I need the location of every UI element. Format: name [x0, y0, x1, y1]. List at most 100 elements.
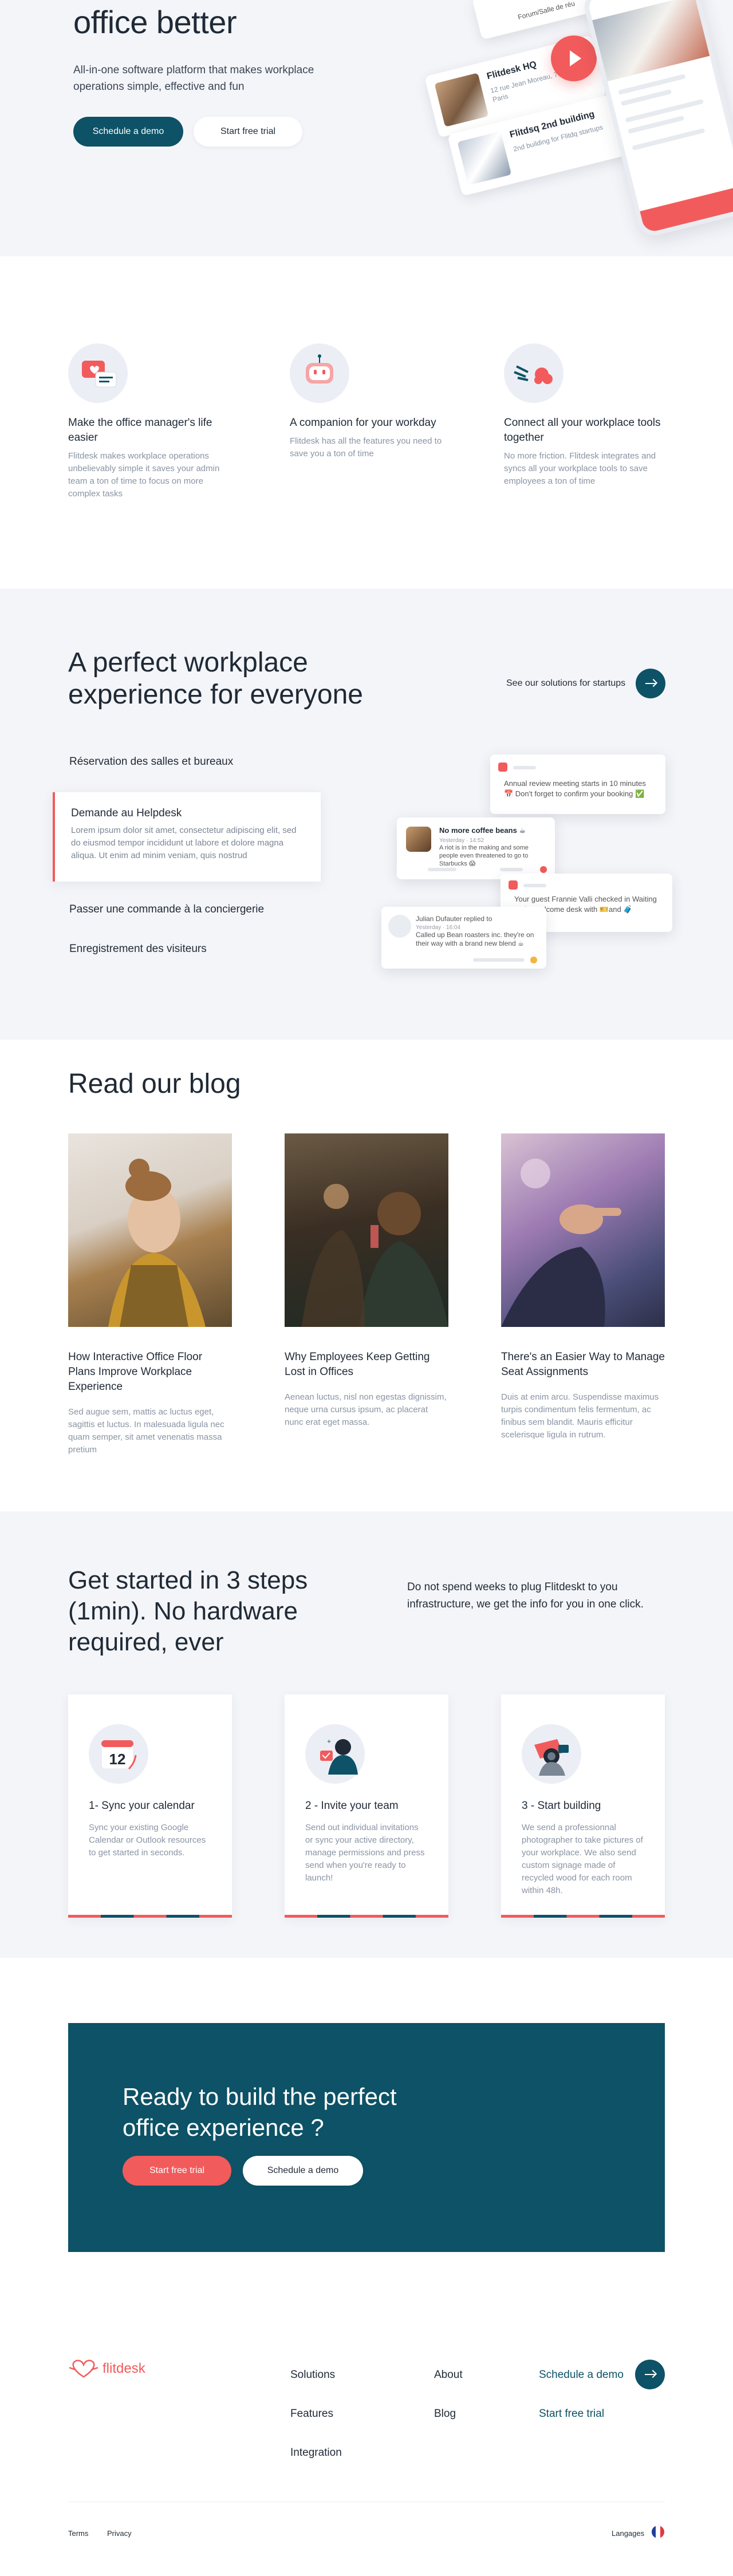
step-card: 12 1- Sync your calendar Sync your exist…	[68, 1694, 232, 1918]
phone-book-bar	[640, 185, 733, 234]
phone-room-photo	[592, 0, 710, 82]
coffee-avatar	[406, 827, 431, 852]
step-desc: Send out individual invitations or sync …	[305, 1823, 425, 1883]
step-title: 2 - Invite your team	[305, 1800, 399, 1812]
startups-link[interactable]: See our solutions for startups	[506, 669, 666, 698]
workplace-section: A perfect workplace experience for every…	[0, 588, 733, 1040]
user-avatar	[388, 915, 411, 938]
hero-title: office better	[73, 4, 237, 40]
step-desc: We send a professionnal photographer to …	[522, 1823, 643, 1895]
blog-post-desc: Duis at enim arcu. Suspendisse maximus t…	[501, 1392, 659, 1440]
notification-coffee-body: A riot is in the making and some people …	[439, 844, 529, 867]
phone-line	[618, 74, 686, 95]
tab-helpdesk-desc: Lorem ipsum dolor sit amet, consectetur …	[71, 825, 297, 860]
feature-item: A companion for your workday Flitdesk ha…	[290, 343, 456, 460]
building-photo	[457, 131, 512, 185]
tab-room-booking[interactable]: Réservation des salles et bureaux	[69, 756, 233, 768]
footer-start-trial-link[interactable]: Start free trial	[539, 2408, 604, 2420]
blog-post-image[interactable]	[68, 1133, 232, 1327]
feature-item: Connect all your workplace tools togethe…	[504, 343, 670, 488]
steps-lead: Do not spend weeks to plug Flitdeskt to …	[407, 1581, 644, 1610]
arrow-right-icon[interactable]	[636, 669, 666, 698]
calendar-icon	[498, 762, 507, 772]
blog-post-desc: Sed augue sem, mattis ac luctus eget, sa…	[68, 1407, 224, 1455]
workplace-title: A perfect workplace experience for every…	[68, 647, 363, 710]
photographer-icon	[522, 1724, 581, 1784]
blog-post[interactable]: How Interactive Office Floor Plans Impro…	[68, 1133, 232, 1456]
bar	[500, 868, 523, 871]
step-divider	[285, 1915, 448, 1918]
blog-post-image[interactable]	[285, 1133, 448, 1327]
blog-post-title[interactable]: Why Employees Keep Getting Lost in Offic…	[285, 1350, 448, 1380]
bar	[523, 884, 546, 887]
notification-meeting-text: Annual review meeting starts in 10 minut…	[504, 779, 646, 798]
feature-desc: No more friction. Flitdesk integrates an…	[504, 451, 656, 486]
steps-title: Get started in 3 steps (1min). No hardwa…	[68, 1566, 308, 1656]
tab-helpdesk[interactable]: Demande au Helpdesk Lorem ipsum dolor si…	[53, 792, 321, 882]
plug-connect-icon	[504, 343, 563, 403]
schedule-demo-button[interactable]: Schedule a demo	[73, 117, 183, 147]
footer-schedule-demo-link[interactable]: Schedule a demo	[539, 2369, 624, 2381]
footer: flitdesk Solutions Features Integration …	[0, 2313, 733, 2576]
arrow-right-icon[interactable]	[635, 2360, 665, 2389]
cta-title: Ready to build the perfect office experi…	[123, 2083, 397, 2141]
french-flag-icon[interactable]	[652, 2526, 664, 2538]
startups-link-label: See our solutions for startups	[506, 678, 626, 688]
footer-link-about[interactable]: About	[434, 2369, 463, 2381]
feature-item: Make the office manager's life easier Fl…	[68, 343, 234, 500]
status-dot	[530, 957, 537, 963]
phone-line	[625, 98, 704, 123]
footer-link-features[interactable]: Features	[290, 2408, 333, 2420]
blog-post-image[interactable]	[501, 1133, 665, 1327]
step-title: 3 - Start building	[522, 1800, 601, 1812]
team-invite-icon: +	[305, 1724, 365, 1784]
logo-text: flitdesk	[103, 2361, 145, 2376]
tab-visitors[interactable]: Enregistrement des visiteurs	[69, 943, 207, 955]
footer-link-blog[interactable]: Blog	[434, 2408, 456, 2420]
footer-terms-link[interactable]: Terms	[68, 2529, 88, 2538]
step-divider	[501, 1915, 665, 1918]
tab-concierge[interactable]: Passer une commande à la conciergerie	[69, 903, 264, 916]
visitor-icon	[509, 880, 518, 890]
step-title: 1- Sync your calendar	[89, 1800, 195, 1812]
language-selector[interactable]: Langages	[612, 2529, 644, 2538]
calendar-icon: 12	[89, 1724, 148, 1784]
hero-section: office better All-in-one software platfo…	[0, 0, 733, 256]
feature-title: Connect all your workplace tools togethe…	[504, 417, 661, 444]
blog-post-title[interactable]: How Interactive Office Floor Plans Impro…	[68, 1350, 232, 1394]
status-dot	[540, 866, 547, 873]
footer-privacy-link[interactable]: Privacy	[107, 2529, 132, 2538]
phone-line	[632, 128, 706, 151]
calendar-number: 12	[109, 1751, 126, 1768]
blog-section: Read our blog How Interactive Office Flo…	[0, 1040, 733, 1511]
tab-helpdesk-title: Demande au Helpdesk	[71, 807, 182, 819]
start-trial-button[interactable]: Start free trial	[194, 117, 302, 147]
feature-title: Make the office manager's life easier	[68, 417, 212, 444]
step-card: + 2 - Invite your team Send out individu…	[285, 1694, 448, 1918]
hero-subtitle: All-in-one software platform that makes …	[73, 64, 314, 93]
step-card: 3 - Start building We send a professionn…	[501, 1694, 665, 1918]
flitdesk-logo-icon	[69, 2360, 98, 2378]
notification-coffee: No more coffee beans ☕ Yesterday · 14:52…	[397, 817, 555, 879]
features-section: Make the office manager's life easier Fl…	[0, 256, 733, 588]
svg-text:+: +	[327, 1737, 331, 1745]
footer-link-integration[interactable]: Integration	[290, 2447, 342, 2459]
bar	[513, 766, 536, 769]
footer-link-solutions[interactable]: Solutions	[290, 2369, 335, 2381]
blog-post-desc: Aenean luctus, nisl non egestas dignissi…	[285, 1392, 447, 1427]
feature-title: A companion for your workday	[290, 417, 436, 429]
notification-reply: Julian Dufauter replied to Yesterday · 1…	[381, 907, 546, 969]
notification-coffee-title: No more coffee beans ☕	[439, 826, 526, 835]
blog-post[interactable]: There's an Easier Way to Manage Seat Ass…	[501, 1133, 665, 1441]
step-desc: Sync your existing Google Calendar or Ou…	[89, 1823, 206, 1858]
notification-reply-body: Called up Bean roasters inc. they're on …	[416, 931, 534, 947]
bar	[473, 958, 525, 962]
flitdesk-logo[interactable]: flitdesk	[68, 2357, 145, 2380]
feature-desc: Flitdesk makes workplace operations unbe…	[68, 451, 220, 499]
blog-post[interactable]: Why Employees Keep Getting Lost in Offic…	[285, 1133, 448, 1429]
cta-schedule-demo-button[interactable]: Schedule a demo	[243, 2156, 363, 2186]
cta-start-trial-button[interactable]: Start free trial	[123, 2156, 231, 2186]
blog-post-title[interactable]: There's an Easier Way to Manage Seat Ass…	[501, 1350, 665, 1380]
blog-title: Read our blog	[68, 1069, 241, 1099]
play-video-icon[interactable]	[551, 35, 597, 81]
